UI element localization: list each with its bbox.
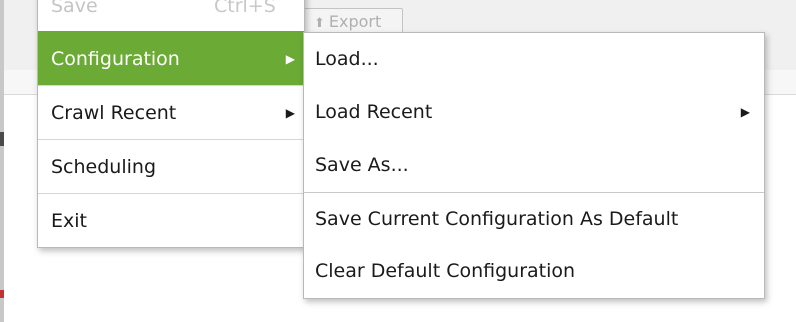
right-triangle-icon: ▶ xyxy=(740,105,750,119)
export-button-label: Export xyxy=(328,12,382,31)
submenu-item-label: Clear Default Configuration xyxy=(315,260,576,282)
submenu-item-load[interactable]: Load... xyxy=(304,33,764,86)
menu-item-label: Save xyxy=(51,0,98,17)
menu-item-crawl-recent[interactable]: Crawl Recent ▶ xyxy=(38,85,304,139)
submenu-item-label: Save Current Configuration As Default xyxy=(315,208,679,230)
right-triangle-icon: ▶ xyxy=(285,52,295,66)
menu-item-configuration[interactable]: Configuration ▶ xyxy=(38,31,304,85)
window-left-edge xyxy=(0,0,4,322)
window-edge-marker xyxy=(0,132,4,146)
submenu-item-load-recent[interactable]: Load Recent ▶ xyxy=(304,86,764,139)
menu-item-label: Exit xyxy=(51,210,87,232)
file-menu: Save Ctrl+S Configuration ▶ Crawl Recent… xyxy=(37,0,305,248)
menu-item-label: Scheduling xyxy=(51,156,157,178)
right-triangle-icon: ▶ xyxy=(285,106,295,120)
menu-item-exit[interactable]: Exit xyxy=(38,193,304,247)
submenu-item-label: Save As... xyxy=(315,154,409,176)
menu-item-shortcut: Ctrl+S xyxy=(214,0,276,17)
menu-item-save[interactable]: Save Ctrl+S xyxy=(38,0,304,31)
submenu-item-label: Load... xyxy=(315,48,379,70)
configuration-submenu: Load... Load Recent ▶ Save As... Save Cu… xyxy=(303,32,765,299)
submenu-item-save-default[interactable]: Save Current Configuration As Default xyxy=(304,192,764,245)
window-edge-marker xyxy=(0,290,4,298)
submenu-item-clear-default[interactable]: Clear Default Configuration xyxy=(304,245,764,298)
menu-item-scheduling[interactable]: Scheduling xyxy=(38,139,304,193)
up-arrow-icon: ⬆ xyxy=(314,16,325,31)
menu-item-label: Crawl Recent xyxy=(51,102,177,124)
submenu-item-save-as[interactable]: Save As... xyxy=(304,139,764,192)
export-button[interactable]: ⬆ Export xyxy=(303,8,403,34)
submenu-item-label: Load Recent xyxy=(315,101,433,123)
menu-item-label: Configuration xyxy=(51,48,180,70)
